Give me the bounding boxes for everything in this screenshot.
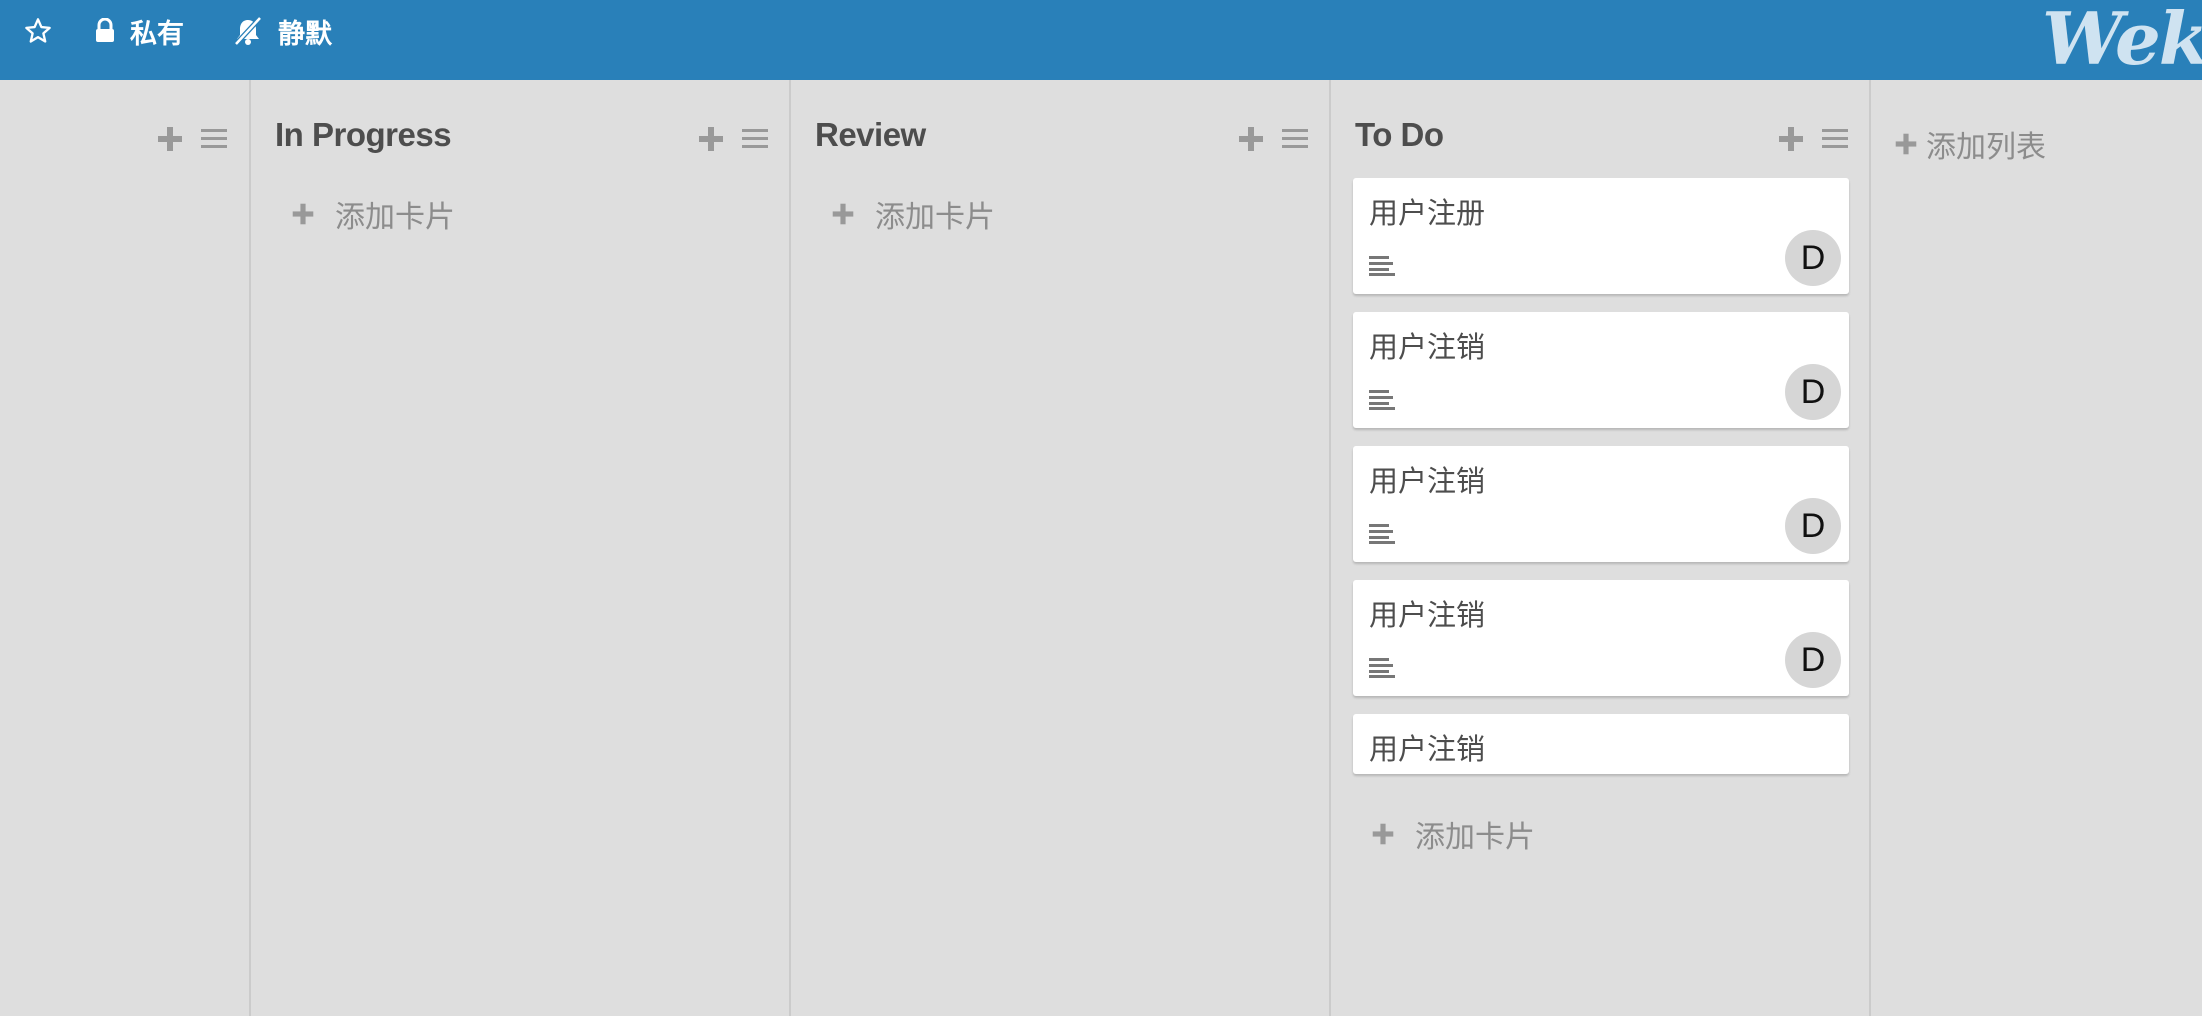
card-title: 用户注册 [1369, 198, 1486, 230]
list-in-progress: In Progress 添加卡片 [251, 80, 791, 1016]
list-header: Review [791, 80, 1329, 160]
star-icon [25, 18, 51, 43]
list-header: To Do [1331, 80, 1869, 160]
add-list-button[interactable]: 添加列表 [1894, 122, 2046, 166]
wekan-logo[interactable]: Wekan [2032, 0, 2202, 80]
lock-icon [96, 18, 114, 42]
list-title: In Progress [275, 116, 452, 153]
hamburger-icon[interactable] [1821, 125, 1849, 153]
list-to-do: To Do 用户注册 D 用户注销 D 用户注销 D 用户注销 D 用户注销 添… [1331, 80, 1871, 1016]
description-icon [1369, 390, 1395, 410]
logo-text: Wekan [2042, 0, 2202, 80]
hamburger-icon[interactable] [741, 125, 769, 153]
star-button[interactable] [24, 0, 52, 62]
card-title: 用户注销 [1369, 466, 1486, 498]
description-icon [1369, 524, 1395, 544]
minicard[interactable]: 用户注销 D [1353, 312, 1849, 428]
visibility-private-button[interactable]: 私有 [94, 0, 184, 62]
add-card-button[interactable]: 添加卡片 [831, 192, 995, 236]
add-card-button[interactable]: 添加卡片 [1371, 812, 1535, 856]
plus-icon[interactable] [156, 125, 184, 153]
plus-icon [1372, 823, 1394, 845]
add-card-label: 添加卡片 [335, 201, 455, 234]
minicard[interactable]: 用户注销 D [1353, 580, 1849, 696]
member-avatar[interactable]: D [1785, 364, 1841, 420]
add-card-button[interactable]: 添加卡片 [291, 192, 455, 236]
bell-slash-icon [234, 16, 262, 46]
minicard[interactable]: 用户注销 D [1353, 446, 1849, 562]
visibility-label: 私有 [130, 18, 184, 49]
card-title: 用户注销 [1369, 734, 1486, 766]
watch-mute-button[interactable]: 静默 [232, 0, 332, 62]
add-card-label: 添加卡片 [1415, 821, 1535, 854]
plus-icon[interactable] [1777, 125, 1805, 153]
card-title: 用户注销 [1369, 332, 1486, 364]
minicard[interactable]: 用户注册 D [1353, 178, 1849, 294]
list-untitled [0, 80, 251, 1016]
member-avatar[interactable]: D [1785, 632, 1841, 688]
plus-icon [832, 203, 854, 225]
plus-icon[interactable] [697, 125, 725, 153]
board-header: 私有 静默 Wekan [0, 0, 2202, 80]
list-title: Review [815, 116, 926, 153]
member-avatar[interactable]: D [1785, 498, 1841, 554]
list-title: To Do [1355, 116, 1444, 153]
list-header [0, 80, 249, 160]
description-icon [1369, 256, 1395, 276]
list-review: Review 添加卡片 [791, 80, 1331, 1016]
hamburger-icon[interactable] [1281, 125, 1309, 153]
card-title: 用户注销 [1369, 600, 1486, 632]
add-list-label: 添加列表 [1926, 131, 2046, 164]
plus-icon [1895, 133, 1917, 155]
hamburger-icon[interactable] [200, 125, 228, 153]
watch-label: 静默 [278, 18, 332, 49]
list-header: In Progress [251, 80, 789, 160]
plus-icon[interactable] [1237, 125, 1265, 153]
member-avatar[interactable]: D [1785, 230, 1841, 286]
board-canvas: In Progress 添加卡片 Review 添加卡片 To Do 用户注册 … [0, 80, 2202, 1016]
description-icon [1369, 658, 1395, 678]
plus-icon [292, 203, 314, 225]
add-card-label: 添加卡片 [875, 201, 995, 234]
minicard[interactable]: 用户注销 [1353, 714, 1849, 774]
